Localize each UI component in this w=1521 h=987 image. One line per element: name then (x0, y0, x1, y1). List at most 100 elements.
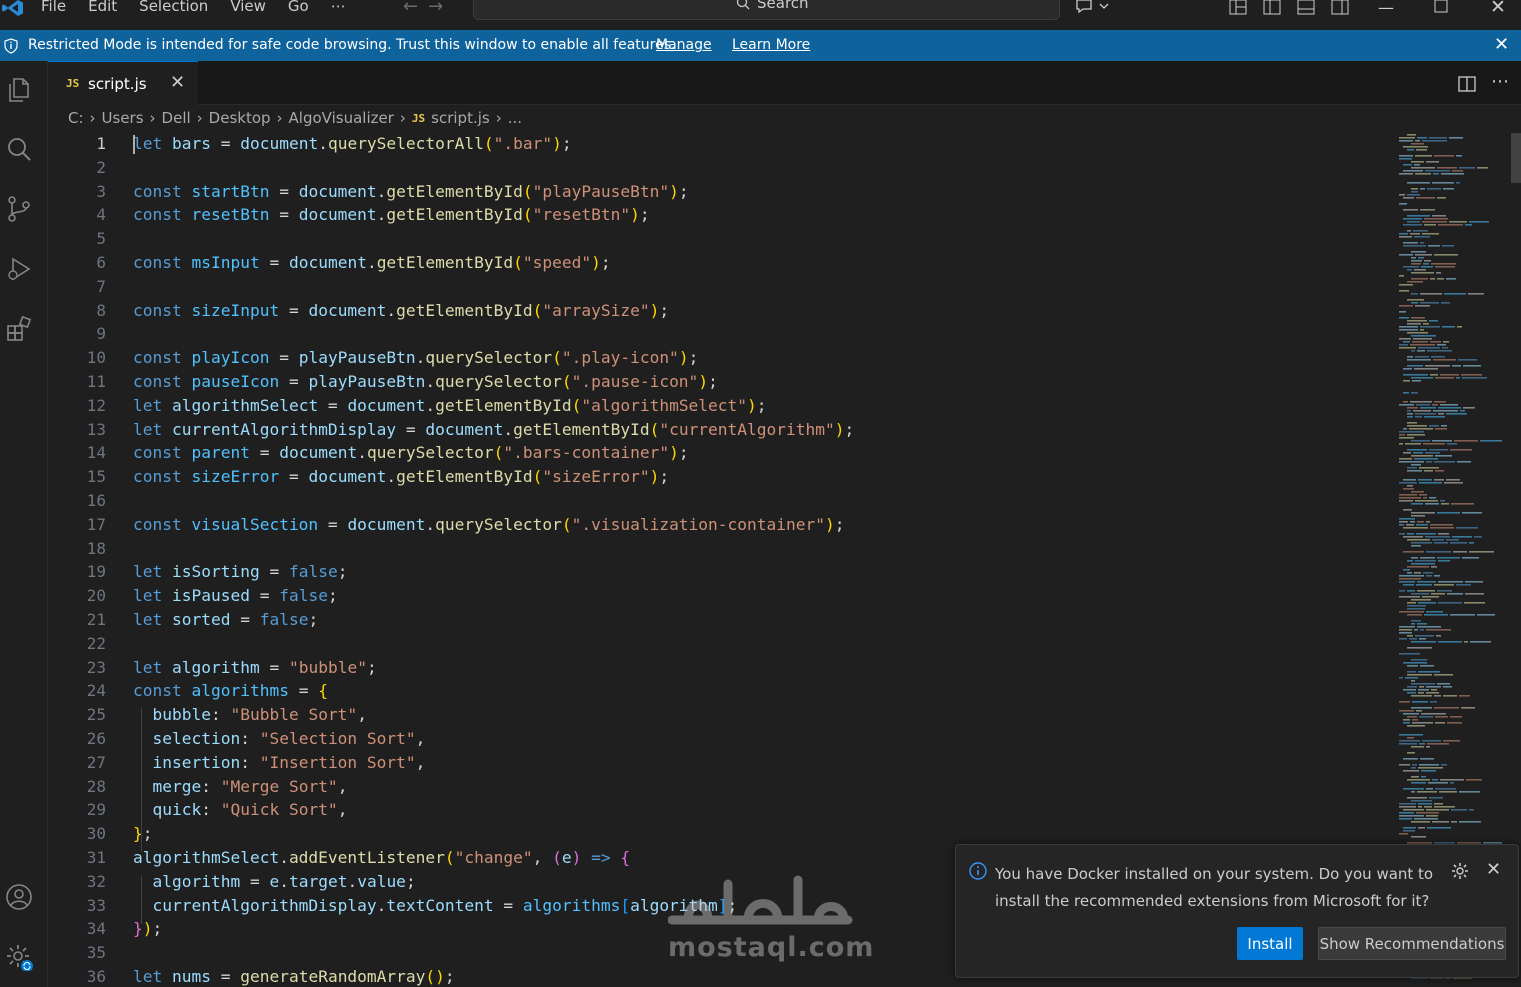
copilot-icon[interactable] (1074, 0, 1112, 14)
minimap-line (1399, 653, 1420, 655)
minimap-line (1413, 452, 1423, 454)
code-token: let (133, 610, 163, 629)
watermark-arabic-logo (667, 875, 853, 925)
minimap-line (1420, 557, 1435, 559)
minimap-line (1399, 404, 1414, 406)
minimap-line (1430, 374, 1438, 376)
minimap-line (1407, 539, 1430, 541)
breadcrumb-file[interactable]: script.js (431, 109, 490, 127)
minimap-line (1456, 584, 1471, 586)
minimap-line (1435, 377, 1454, 379)
maximize-button[interactable] (1434, 0, 1448, 14)
code-token: ) (669, 181, 679, 201)
breadcrumb-symbol[interactable]: ... (508, 109, 522, 127)
minimap-line (1441, 503, 1449, 505)
run-debug-icon[interactable] (5, 255, 33, 283)
minimap-line (1415, 173, 1431, 175)
minimap-line (1457, 326, 1462, 328)
breadcrumb-dell[interactable]: Dell (162, 109, 191, 127)
minimap-line (1411, 680, 1415, 682)
menu-selection[interactable]: Selection (128, 0, 219, 15)
code-token: : (201, 776, 221, 796)
minimap-line (1399, 254, 1413, 256)
line-number: 17 (86, 514, 106, 534)
code-token: querySelector (435, 514, 562, 534)
chevron-right-icon: › (89, 109, 96, 127)
settings-gear-icon[interactable] (5, 943, 33, 971)
minimap-line (1430, 278, 1435, 280)
menu-more[interactable]: ⋯ (320, 0, 357, 15)
code-token: target (288, 871, 348, 891)
line-number: 23 (86, 657, 106, 677)
minimap-line (1399, 437, 1414, 439)
minimap-line (1405, 443, 1421, 445)
search-icon[interactable] (5, 135, 33, 163)
minimap-line (1428, 782, 1448, 784)
code-token: ; (678, 181, 689, 201)
code-line: const resetBtn = document.getElementById… (133, 203, 650, 227)
code-token: ) (747, 395, 757, 415)
minimap-line (1411, 821, 1430, 823)
explorer-icon[interactable] (5, 75, 33, 103)
minimize-button[interactable]: — (1378, 0, 1394, 17)
minimap-line (1407, 134, 1416, 136)
breadcrumb-algovisualizer[interactable]: AlgoVisualizer (289, 109, 394, 127)
minimap-line (1422, 140, 1447, 142)
install-button[interactable]: Install (1237, 927, 1303, 960)
menu-edit[interactable]: Edit (77, 0, 128, 15)
close-icon[interactable]: ✕ (1486, 859, 1501, 880)
close-icon[interactable]: ✕ (1494, 34, 1509, 55)
arrow-right-icon[interactable]: → (428, 0, 453, 17)
show-recommendations-button[interactable]: Show Recommendations (1318, 927, 1506, 960)
more-actions-icon[interactable]: ⋯ (1491, 71, 1509, 92)
learn-more-link[interactable]: Learn More (732, 37, 810, 53)
code-token: "Insertion Sort" (259, 752, 416, 772)
layout-icon[interactable] (1228, 0, 1248, 16)
breadcrumb-users[interactable]: Users (102, 109, 144, 127)
close-window-button[interactable]: ✕ (1490, 0, 1506, 18)
minimap-line (1419, 716, 1433, 718)
minimap-line (1422, 740, 1441, 742)
source-control-icon[interactable] (5, 195, 33, 223)
watermark-logo: mostaql.com (667, 870, 873, 970)
minimap-line (1403, 719, 1410, 721)
menu-go[interactable]: Go (277, 0, 320, 15)
extensions-icon[interactable] (5, 315, 33, 343)
minimap-line (1399, 137, 1415, 139)
minimap-line (1423, 263, 1429, 265)
minimap-line (1411, 440, 1430, 442)
scrollbar-thumb[interactable] (1511, 133, 1521, 183)
code-line: }); (133, 917, 162, 941)
minimap-line (1461, 374, 1482, 376)
command-center-search[interactable]: Search (473, 0, 1060, 20)
breadcrumb-drive[interactable]: C: (68, 109, 84, 127)
menu-view[interactable]: View (219, 0, 277, 15)
settings-gear-icon[interactable] (1451, 862, 1469, 880)
toggle-panel-icon[interactable] (1296, 0, 1316, 16)
tab-script-js[interactable]: JS script.js ✕ (48, 61, 198, 105)
notification-message: You have Docker installed on your system… (995, 865, 1434, 910)
code-token: currentAlgorithmDisplay (172, 419, 397, 439)
minimap-line (1403, 827, 1416, 829)
toggle-sidebar-icon[interactable] (1262, 0, 1282, 16)
minimap-line (1411, 263, 1421, 265)
arrow-left-icon[interactable]: ← (403, 0, 428, 17)
code-token: = (259, 657, 289, 677)
menu-file[interactable]: File (30, 0, 77, 15)
breadcrumb-desktop[interactable]: Desktop (209, 109, 271, 127)
minimap-line (1417, 350, 1425, 352)
manage-link[interactable]: Manage (656, 37, 712, 53)
code-line: let sorted = false; (133, 608, 318, 632)
line-number: 1 (96, 134, 106, 153)
minimap-line (1407, 467, 1417, 469)
code-token: let (133, 657, 163, 677)
minimap-line (1470, 641, 1491, 643)
toggle-secondary-sidebar-icon[interactable] (1330, 0, 1350, 16)
code-token: ; (142, 824, 153, 844)
close-icon[interactable]: ✕ (170, 72, 185, 93)
code-line: currentAlgorithmDisplay.textContent = al… (133, 894, 738, 918)
split-editor-icon[interactable] (1458, 75, 1476, 93)
code-token: . (376, 895, 387, 915)
minimap-line (1420, 665, 1434, 667)
account-icon[interactable] (5, 883, 33, 911)
